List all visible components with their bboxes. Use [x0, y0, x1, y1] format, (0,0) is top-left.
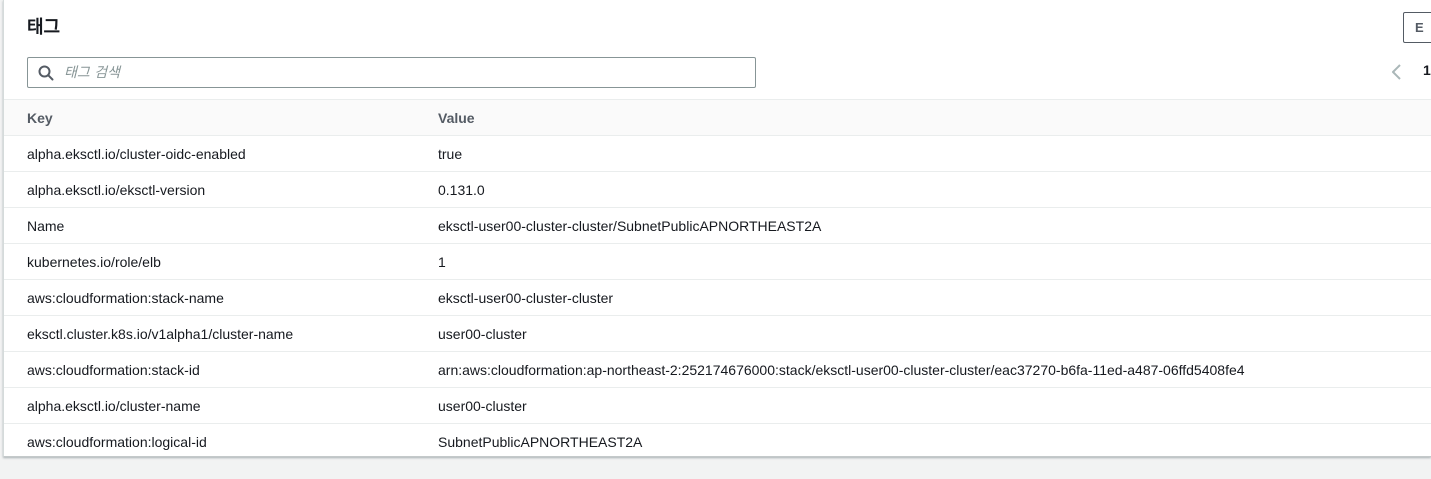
tag-value-cell: arn:aws:cloudformation:ap-northeast-2:25… — [416, 351, 1431, 388]
table-row: Name eksctl-user00-cluster-cluster/Subne… — [4, 207, 1431, 244]
table-row: alpha.eksctl.io/cluster-name user00-clus… — [4, 387, 1431, 424]
tag-key-cell: kubernetes.io/role/elb — [4, 243, 416, 280]
table-header-row: Key Value — [4, 99, 1431, 136]
tag-key-cell: alpha.eksctl.io/cluster-oidc-enabled — [4, 135, 416, 172]
tags-panel: 태그 E 1 Key Value — [3, 0, 1431, 457]
tag-value-cell: user00-cluster — [416, 387, 1431, 424]
tag-value-cell: 1 — [416, 243, 1431, 280]
search-box[interactable] — [27, 57, 756, 88]
table-row: aws:cloudformation:stack-id arn:aws:clou… — [4, 351, 1431, 388]
column-header-value[interactable]: Value — [416, 99, 1431, 136]
table-row: aws:cloudformation:stack-name eksctl-use… — [4, 279, 1431, 316]
current-page-number[interactable]: 1 — [1423, 62, 1431, 78]
tags-table: Key Value alpha.eksctl.io/cluster-oidc-e… — [4, 99, 1431, 457]
chevron-left-icon[interactable] — [1389, 63, 1405, 81]
table-row: kubernetes.io/role/elb 1 — [4, 243, 1431, 280]
table-row: eksctl.cluster.k8s.io/v1alpha1/cluster-n… — [4, 315, 1431, 352]
tag-value-cell: eksctl-user00-cluster-cluster — [416, 279, 1431, 316]
table-row: aws:cloudformation:logical-id SubnetPubl… — [4, 424, 1431, 457]
tag-value-cell: user00-cluster — [416, 315, 1431, 352]
search-input[interactable] — [64, 58, 744, 87]
tag-key-cell: Name — [4, 207, 416, 244]
tag-key-cell: aws:cloudformation:stack-id — [4, 351, 416, 388]
panel-title: 태그 — [27, 17, 61, 38]
tag-value-cell: true — [416, 135, 1431, 172]
table-row: alpha.eksctl.io/cluster-oidc-enabled tru… — [4, 135, 1431, 172]
tag-key-cell: aws:cloudformation:logical-id — [27, 433, 207, 450]
search-icon — [38, 65, 54, 81]
column-header-value-label: Value — [438, 109, 475, 126]
tag-key-cell: aws:cloudformation:stack-name — [4, 279, 416, 316]
table-row: alpha.eksctl.io/eksctl-version 0.131.0 — [4, 171, 1431, 208]
tag-value-cell: SubnetPublicAPNORTHEAST2A — [438, 433, 643, 450]
tag-value-cell: 0.131.0 — [416, 171, 1431, 208]
edit-button[interactable]: E — [1403, 12, 1431, 43]
column-header-key[interactable]: Key — [4, 99, 418, 136]
tag-value-cell: eksctl-user00-cluster-cluster/SubnetPubl… — [416, 207, 1431, 244]
column-header-key-label: Key — [27, 109, 53, 126]
tag-key-cell: alpha.eksctl.io/eksctl-version — [4, 171, 416, 208]
tag-key-cell: alpha.eksctl.io/cluster-name — [4, 387, 416, 424]
tag-key-cell: eksctl.cluster.k8s.io/v1alpha1/cluster-n… — [4, 315, 416, 352]
